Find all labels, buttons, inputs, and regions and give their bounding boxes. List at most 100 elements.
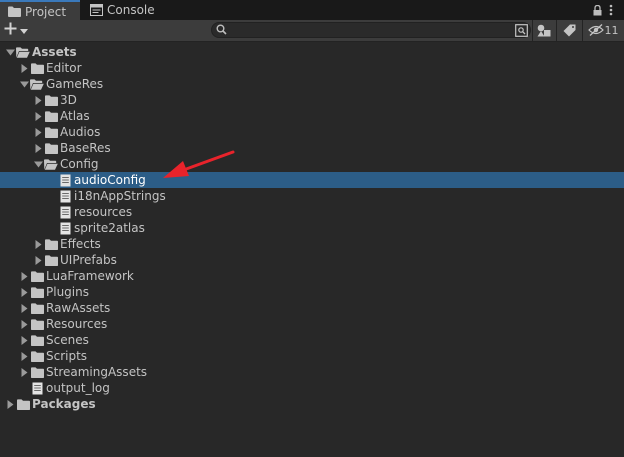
tab-project[interactable]: Project (0, 0, 80, 21)
tree-row-rawassets[interactable]: RawAssets (0, 300, 624, 316)
tree-row-effects[interactable]: Effects (0, 236, 624, 252)
expand-arrow-right-icon[interactable] (18, 284, 30, 300)
expand-arrow-right-icon[interactable] (18, 300, 30, 316)
tree-row-label: Scenes (46, 333, 89, 347)
tree-row-packages[interactable]: Packages (0, 396, 624, 412)
expand-arrow-right-icon[interactable] (18, 268, 30, 284)
expand-arrow-right-icon[interactable] (18, 332, 30, 348)
tree-row-label: i18nAppStrings (74, 189, 166, 203)
folder-open-icon (30, 76, 44, 92)
tree-row-resources[interactable]: resources (0, 204, 624, 220)
expand-arrow-right-icon[interactable] (32, 124, 44, 140)
tree-row-gameres[interactable]: GameRes (0, 76, 624, 92)
tree-row-plugins[interactable]: Plugins (0, 284, 624, 300)
tree-row-audioconfig[interactable]: audioConfig (0, 172, 624, 188)
expand-arrow-right-icon[interactable] (32, 236, 44, 252)
expand-arrow-right-icon[interactable] (18, 316, 30, 332)
expand-arrow-right-icon[interactable] (18, 60, 30, 76)
tree-row-scenes[interactable]: Scenes (0, 332, 624, 348)
tree-row-label: audioConfig (74, 173, 146, 187)
tree-row-scripts[interactable]: Scripts (0, 348, 624, 364)
expand-arrow-down-icon[interactable] (4, 44, 16, 60)
folder-icon (30, 316, 44, 332)
console-icon (90, 4, 103, 16)
tree-row-label: LuaFramework (46, 269, 134, 283)
toolbar-divider (582, 20, 583, 41)
tree-row-audios[interactable]: Audios (0, 124, 624, 140)
search-field[interactable] (211, 22, 531, 38)
expand-arrow-right-icon[interactable] (32, 92, 44, 108)
tree-row-i18nappstrings[interactable]: i18nAppStrings (0, 188, 624, 204)
more-vertical-icon[interactable] (605, 2, 617, 18)
text-file-icon (58, 220, 72, 236)
create-button[interactable] (4, 21, 34, 39)
window-tab-bar: Project Console (0, 0, 624, 21)
tree-row-baseres[interactable]: BaseRes (0, 140, 624, 156)
folder-icon (30, 332, 44, 348)
folder-icon (44, 108, 58, 124)
tree-row-config[interactable]: Config (0, 156, 624, 172)
project-tree-view: Assets Editor GameRes 3D Atlas Audios BaseRes C… (0, 42, 624, 457)
search-icon (216, 24, 227, 38)
search-by-type-icon[interactable] (513, 22, 529, 38)
filter-by-type-icon[interactable] (535, 22, 553, 38)
tree-row-label: resources (74, 205, 133, 219)
toolbar-divider (556, 20, 557, 41)
chevron-down-icon (20, 23, 28, 37)
tree-row-atlas[interactable]: Atlas (0, 108, 624, 124)
text-file-icon (30, 380, 44, 396)
toolbar-divider (532, 20, 533, 41)
tree-row-label: Effects (60, 237, 101, 251)
tab-console-label: Console (107, 3, 155, 17)
plus-icon (4, 22, 17, 38)
folder-icon (30, 284, 44, 300)
tree-row-luaframework[interactable]: LuaFramework (0, 268, 624, 284)
tree-row-label: output_log (46, 381, 110, 395)
text-file-icon (58, 204, 72, 220)
tree-row-label: BaseRes (60, 141, 111, 155)
search-input[interactable] (230, 23, 520, 37)
text-file-icon (58, 172, 72, 188)
eye-slash-icon (587, 24, 604, 36)
tree-row-label: Resources (46, 317, 108, 331)
hidden-packages-count: 11 (604, 23, 619, 37)
lock-icon[interactable] (591, 2, 603, 18)
hidden-packages-toggle[interactable]: 11 (586, 22, 620, 38)
tree-row-streamingassets[interactable]: StreamingAssets (0, 364, 624, 380)
tab-project-label: Project (25, 4, 67, 19)
folder-icon (44, 92, 58, 108)
tree-row-label: Atlas (60, 109, 90, 123)
tree-row-label: Scripts (46, 349, 88, 363)
tree-row-sprite2atlas[interactable]: sprite2atlas (0, 220, 624, 236)
tree-row-output-log[interactable]: output_log (0, 380, 624, 396)
label-tag-icon[interactable] (560, 22, 578, 38)
folder-icon (30, 364, 44, 380)
folder-icon (44, 140, 58, 156)
tree-row-assets[interactable]: Assets (0, 44, 624, 60)
tree-row-3d[interactable]: 3D (0, 92, 624, 108)
expand-arrow-down-icon[interactable] (18, 76, 30, 92)
expand-arrow-right-icon[interactable] (18, 364, 30, 380)
tree-row-label: Plugins (46, 285, 89, 299)
expand-arrow-down-icon[interactable] (32, 156, 44, 172)
project-toolbar: 11 (0, 20, 624, 42)
tree-row-label: Packages (32, 397, 96, 411)
folder-icon (30, 60, 44, 76)
expand-arrow-right-icon[interactable] (4, 396, 16, 412)
tree-row-label: Editor (46, 61, 82, 75)
tree-row-label: Assets (32, 45, 77, 59)
tree-row-label: sprite2atlas (74, 221, 145, 235)
expand-arrow-right-icon[interactable] (32, 252, 44, 268)
expand-arrow-right-icon[interactable] (32, 108, 44, 124)
tree-row-uiprefabs[interactable]: UIPrefabs (0, 252, 624, 268)
tab-console[interactable]: Console (82, 0, 172, 20)
tree-row-resources[interactable]: Resources (0, 316, 624, 332)
folder-icon (44, 252, 58, 268)
folder-icon (44, 124, 58, 140)
expand-arrow-right-icon[interactable] (18, 348, 30, 364)
tree-row-editor[interactable]: Editor (0, 60, 624, 76)
expand-arrow-right-icon[interactable] (32, 140, 44, 156)
